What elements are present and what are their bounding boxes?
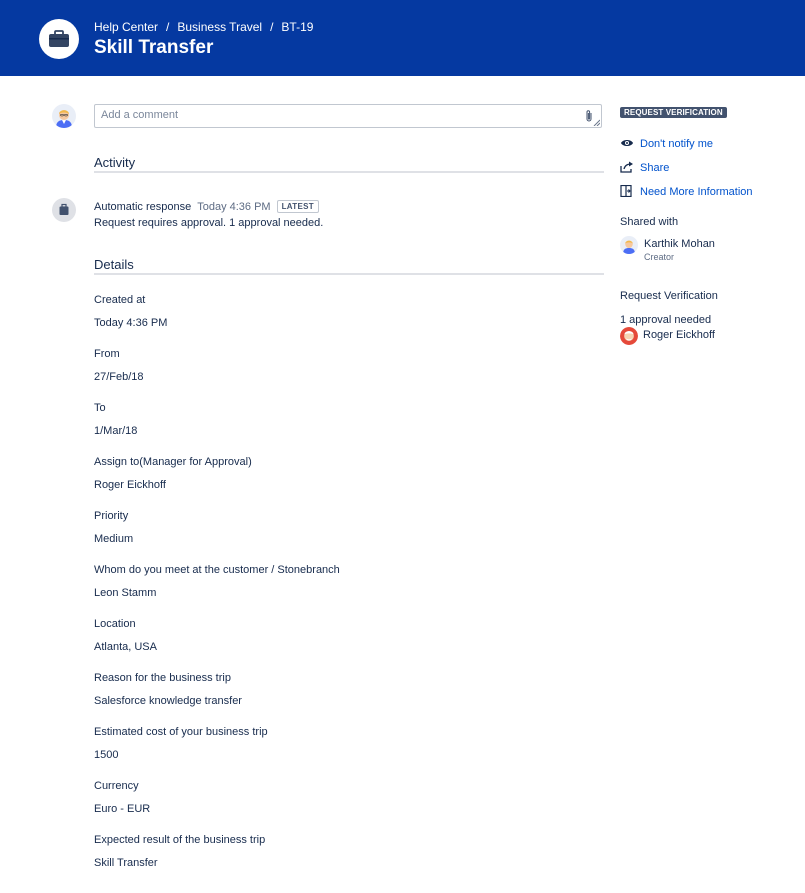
activity-heading: Activity	[94, 155, 136, 170]
comment-input[interactable]	[99, 108, 573, 122]
comment-field[interactable]	[94, 104, 602, 128]
field-value-to: 1/Mar/18	[94, 425, 138, 437]
eye-icon	[621, 140, 633, 146]
breadcrumb-issue-key[interactable]: BT-19	[281, 20, 313, 34]
breadcrumb-separator: /	[270, 20, 274, 34]
field-value-priority: Medium	[94, 533, 134, 545]
breadcrumb: Help Center / Business Travel / BT-19	[94, 20, 313, 34]
person-avatar-icon	[52, 104, 76, 128]
activity-message: Request requires approval. 1 approval ne…	[94, 217, 324, 229]
user-avatar	[52, 104, 76, 128]
portal-header: Help Center / Business Travel / BT-19 Skill …	[0, 0, 805, 76]
breadcrumb-help-center[interactable]: Help Center	[94, 20, 158, 34]
field-label-to: To	[94, 402, 106, 414]
field-label-estimated-cost: Estimated cost of your business trip	[94, 726, 268, 738]
attachment-icon[interactable]	[585, 109, 593, 123]
field-value-assign-to: Roger Eickhoff	[94, 479, 166, 491]
activity-divider	[94, 171, 604, 173]
shared-with-heading: Shared with	[620, 216, 679, 228]
activity-timestamp: Today 4:36 PM	[197, 201, 271, 213]
person-avatar-icon	[620, 327, 638, 345]
latest-badge: LATEST	[276, 200, 319, 213]
activity-author: Automatic response	[94, 201, 192, 213]
approval-status: 1 approval needed	[620, 314, 712, 326]
briefcase-icon	[49, 30, 69, 47]
status-lozenge: REQUEST VERIFICATION	[620, 107, 727, 118]
creator-avatar	[620, 236, 638, 254]
need-more-info-label: Need More Information	[640, 186, 753, 198]
field-value-location: Atlanta, USA	[94, 641, 157, 653]
approver-name[interactable]: Roger Eickhoff	[643, 329, 715, 341]
details-divider	[94, 273, 604, 275]
dont-notify-label: Don't notify me	[640, 138, 714, 150]
need-more-info-button[interactable]: Need More Information	[620, 185, 753, 198]
share-button[interactable]: Share	[620, 161, 669, 174]
activity-entry-header: Automatic response Today 4:36 PM LATEST	[94, 200, 319, 213]
transition-icon	[620, 185, 632, 197]
system-avatar	[52, 198, 76, 222]
breadcrumb-separator: /	[166, 20, 170, 34]
person-avatar-icon	[620, 236, 638, 254]
field-label-assign-to: Assign to(Manager for Approval)	[94, 456, 252, 468]
field-label-reason: Reason for the business trip	[94, 672, 231, 684]
share-label: Share	[640, 162, 670, 174]
approver-avatar	[620, 327, 638, 345]
field-label-created-at: Created at	[94, 294, 146, 306]
field-label-whom: Whom do you meet at the customer / Stone…	[94, 564, 340, 576]
shared-with-role: Creator	[644, 252, 675, 262]
field-value-whom: Leon Stamm	[94, 587, 157, 599]
portal-logo[interactable]	[39, 19, 79, 59]
field-label-from: From	[94, 348, 120, 360]
field-value-created-at: Today 4:36 PM	[94, 317, 168, 329]
field-label-location: Location	[94, 618, 136, 630]
field-label-currency: Currency	[94, 780, 139, 792]
field-value-from: 27/Feb/18	[94, 371, 144, 383]
field-label-priority: Priority	[94, 510, 129, 522]
field-label-expected-result: Expected result of the business trip	[94, 834, 266, 846]
field-value-expected-result: Skill Transfer	[94, 857, 158, 869]
dont-notify-button[interactable]: Don't notify me	[620, 137, 713, 150]
share-icon	[620, 161, 633, 173]
page-title: Skill Transfer	[94, 37, 214, 58]
field-value-estimated-cost: 1500	[94, 749, 119, 761]
resize-handle-icon[interactable]	[593, 119, 600, 126]
details-heading: Details	[94, 257, 134, 272]
breadcrumb-business-travel[interactable]: Business Travel	[177, 20, 262, 34]
verification-heading: Request Verification	[620, 290, 718, 302]
briefcase-icon	[59, 203, 69, 215]
field-value-reason: Salesforce knowledge transfer	[94, 695, 242, 707]
shared-with-name[interactable]: Karthik Mohan	[644, 238, 715, 250]
field-value-currency: Euro - EUR	[94, 803, 151, 815]
